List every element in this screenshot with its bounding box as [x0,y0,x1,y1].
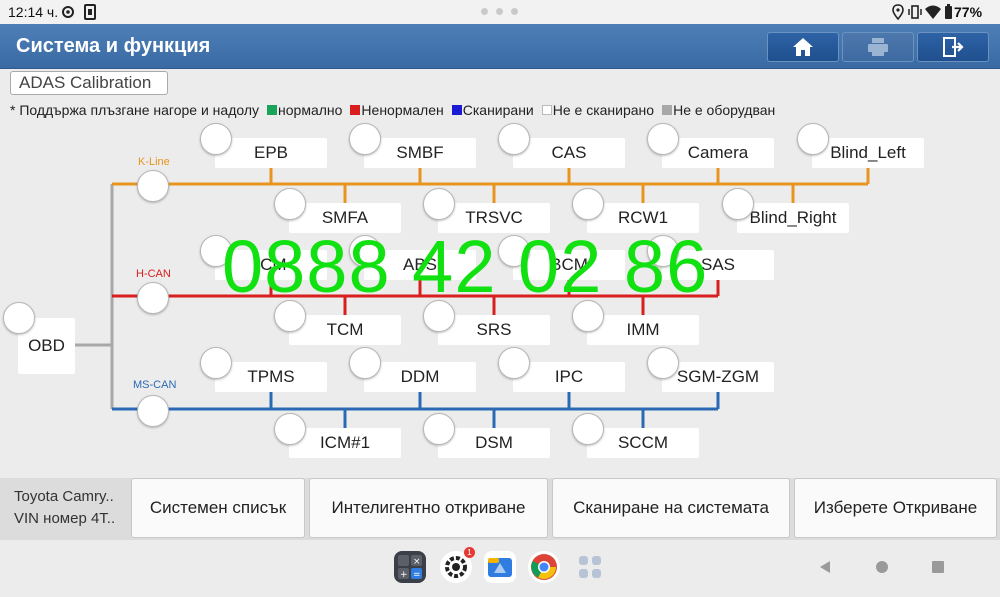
module-status-circle [200,347,232,379]
module-status-circle [423,188,455,220]
module-sccm[interactable]: SCCM [587,428,699,458]
module-status-circle [722,188,754,220]
app-drawer-icon[interactable] [574,551,606,583]
obd-status-circle [3,302,35,334]
back-icon[interactable] [818,560,832,574]
module-status-circle [647,347,679,379]
module-status-circle [349,123,381,155]
module-status-circle [423,413,455,445]
phone-watermark: 0888 42 02 86 [222,225,709,308]
bus-node-mscan[interactable] [137,395,169,427]
smart-detect-button[interactable]: Интелигентно откриване [309,478,548,538]
module-sgm-zgm[interactable]: SGM-ZGM [662,362,774,392]
files-icon[interactable] [484,551,516,583]
svg-text:+: + [400,570,408,580]
module-imm[interactable]: IMM [587,315,699,345]
system-list-button[interactable]: Системен списък [131,478,305,538]
svg-text:×: × [413,557,421,567]
module-tcm[interactable]: TCM [289,315,401,345]
settings-app-icon[interactable]: 1 [440,547,475,583]
module-status-circle [200,123,232,155]
module-status-circle [498,123,530,155]
module-status-circle [797,123,829,155]
system-scan-button[interactable]: Сканиране на системата [552,478,790,538]
bus-node-hcan[interactable] [137,282,169,314]
home-nav-icon[interactable] [875,560,889,574]
module-dsm[interactable]: DSM [438,428,550,458]
module-status-circle [274,413,306,445]
module-ddm[interactable]: DDM [364,362,476,392]
module-epb[interactable]: EPB [215,138,327,168]
notification-badge: 1 [464,547,475,558]
recents-icon[interactable] [931,560,945,574]
calculator-icon[interactable]: + = × [394,551,426,583]
module-ipc[interactable]: IPC [513,362,625,392]
module-srs[interactable]: SRS [438,315,550,345]
bus-label-mscan: MS-CAN [133,379,177,391]
chrome-icon[interactable] [528,551,560,583]
module-blind-left[interactable]: Blind_Left [812,138,924,168]
module-status-circle [572,413,604,445]
module-smbf[interactable]: SMBF [364,138,476,168]
module-status-circle [349,347,381,379]
bus-label-hcan: H-CAN [136,268,171,280]
bus-label-kline: K-Line [138,156,170,168]
module-status-circle [498,347,530,379]
module-status-circle [274,188,306,220]
svg-text:=: = [413,570,421,580]
module-camera[interactable]: Camera [662,138,774,168]
module-icm-1[interactable]: ICM#1 [289,428,401,458]
module-cas[interactable]: CAS [513,138,625,168]
vehicle-model: Toyota Camry.. [14,488,114,505]
select-detect-button[interactable]: Изберете Откриване [794,478,997,538]
bus-node-kline[interactable] [137,170,169,202]
module-status-circle [647,123,679,155]
module-blind-right[interactable]: Blind_Right [737,203,849,233]
vehicle-info: Toyota Camry.. VIN номер 4T.. [14,486,115,530]
vehicle-vin: VIN номер 4T.. [14,510,116,527]
module-tpms[interactable]: TPMS [215,362,327,392]
module-status-circle [572,188,604,220]
